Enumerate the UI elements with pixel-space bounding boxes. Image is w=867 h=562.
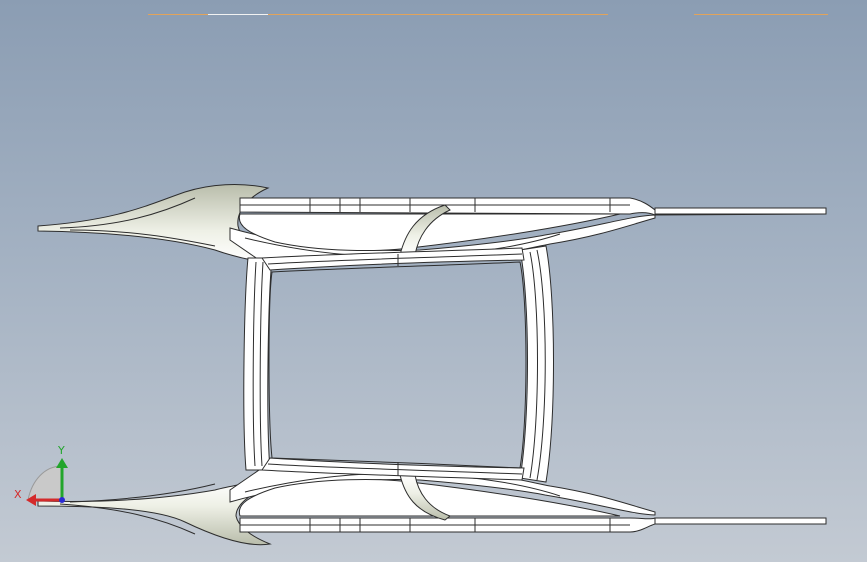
axis-triad: Y X: [14, 444, 68, 506]
model-view[interactable]: Y X: [0, 0, 867, 562]
y-axis-label: Y: [57, 444, 65, 457]
triad-plane-icon: [27, 465, 63, 501]
y-axis-arrowhead-icon: [56, 458, 68, 468]
front-rail-extensions: [654, 207, 827, 525]
x-axis-label: X: [14, 488, 22, 501]
bottom-side-rail[interactable]: [37, 467, 827, 546]
cross-members[interactable]: [243, 245, 554, 483]
graphics-viewport[interactable]: Y X: [0, 0, 867, 562]
z-axis-point-icon: [59, 497, 65, 503]
